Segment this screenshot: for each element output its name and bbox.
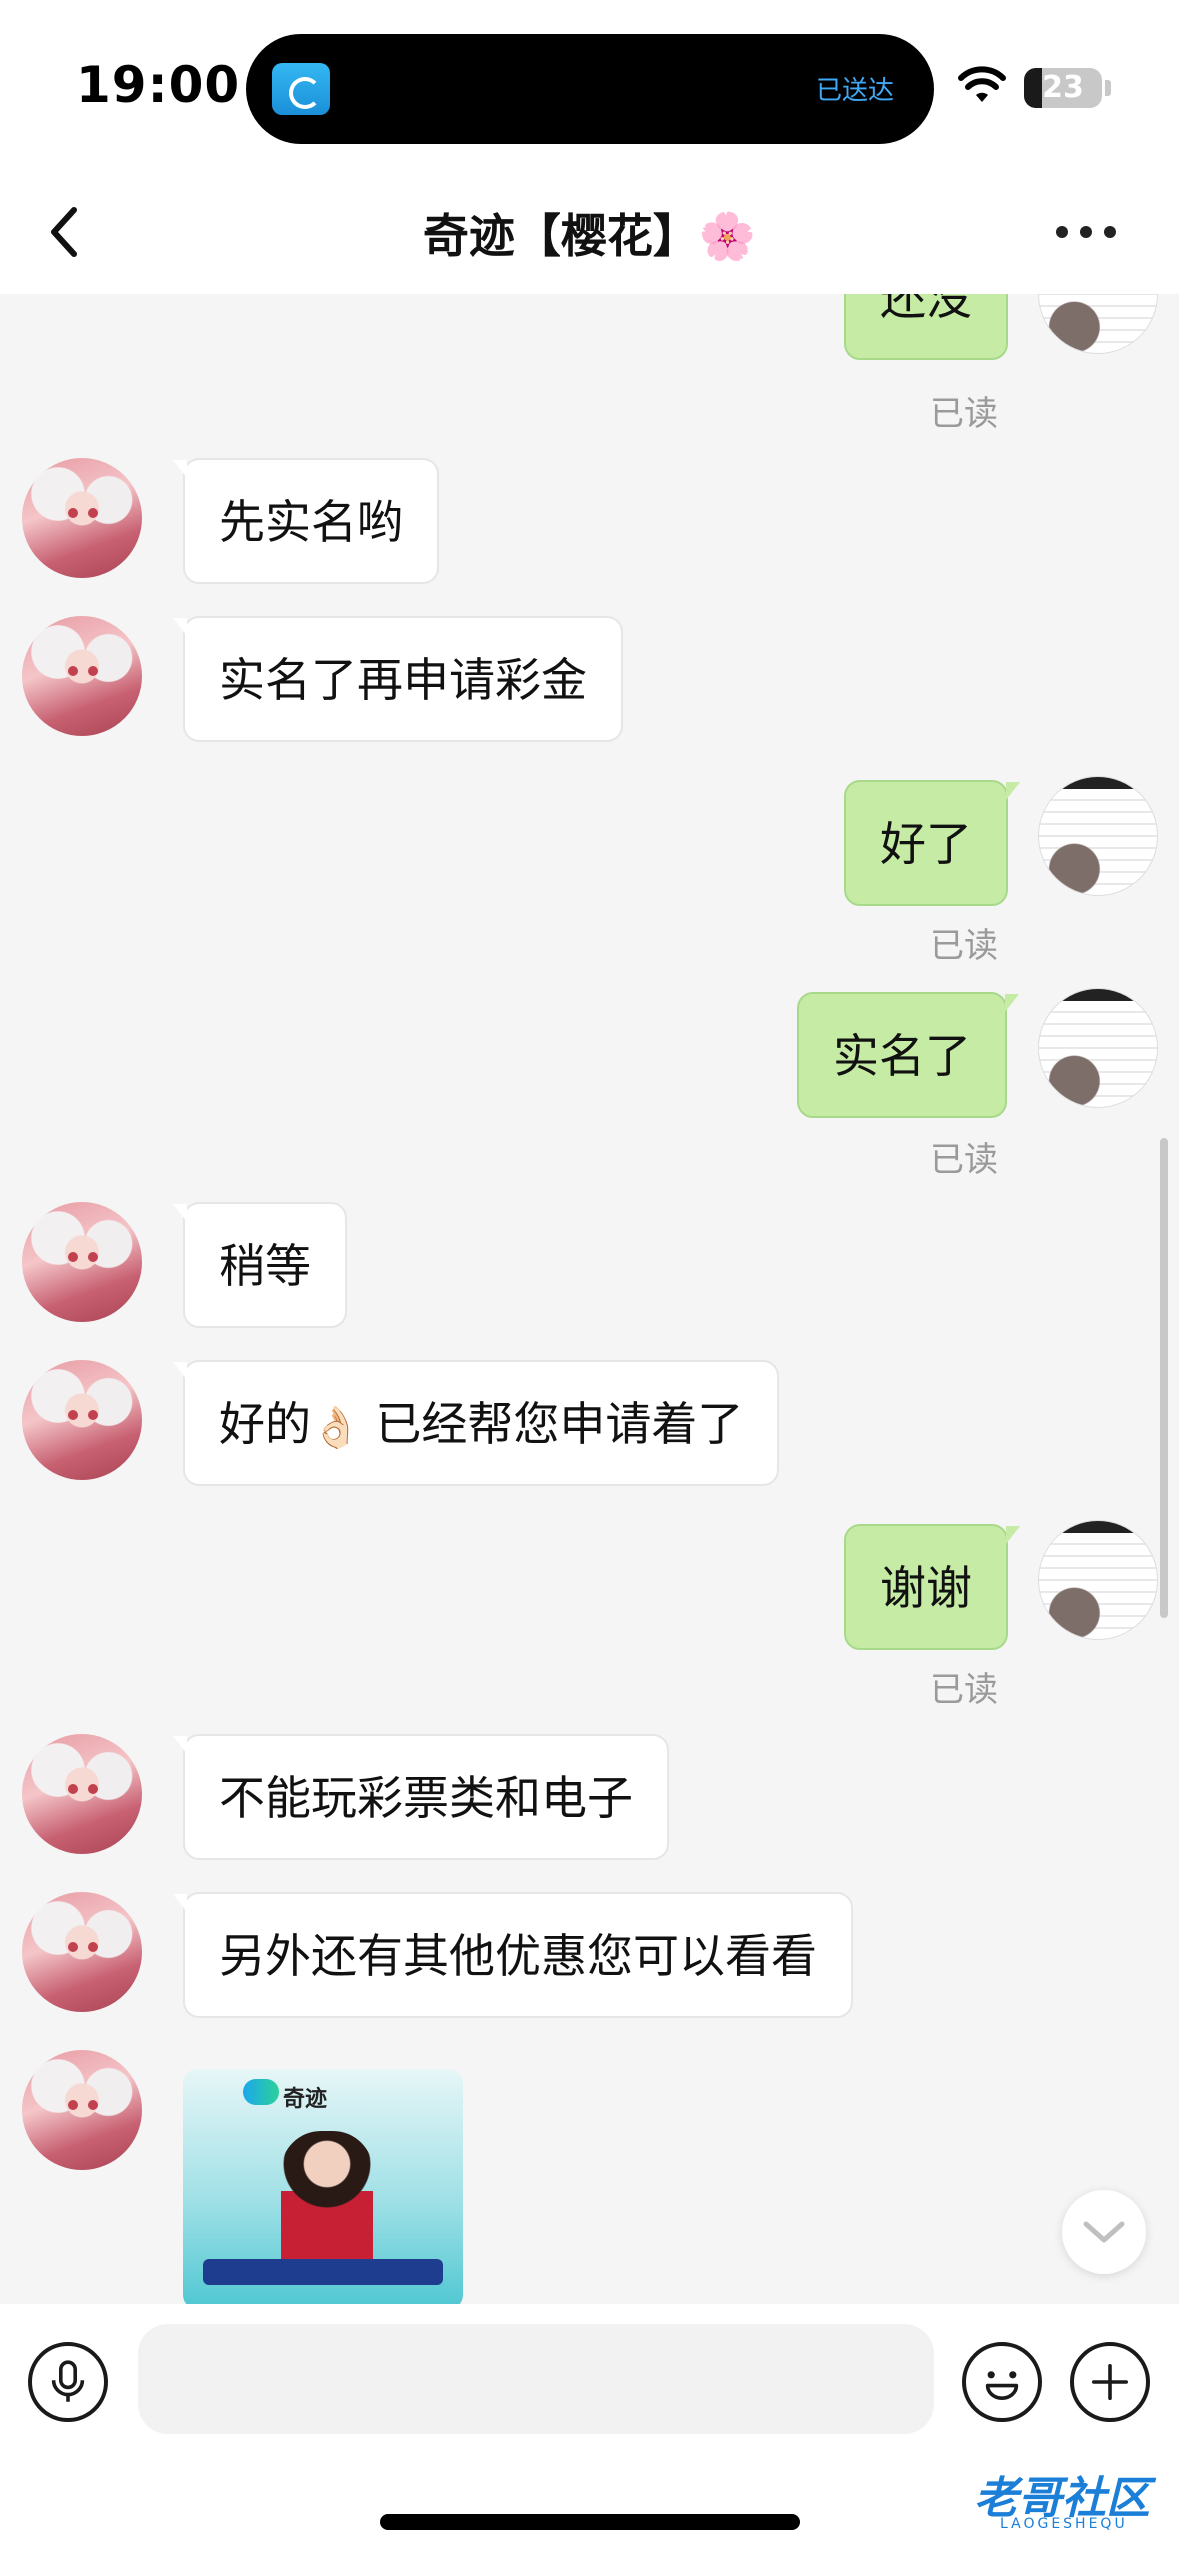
wifi-icon: [958, 66, 1006, 102]
message-text: 实名了: [833, 1029, 971, 1083]
message-text: 谢谢: [880, 1561, 972, 1615]
avatar[interactable]: [22, 458, 142, 578]
avatar[interactable]: [22, 1734, 142, 1854]
avatar[interactable]: [22, 1360, 142, 1480]
plus-icon[interactable]: [1070, 2342, 1150, 2422]
message-bubble-outgoing[interactable]: 好了: [844, 780, 1020, 906]
status-bar: 19:00 已送达 23: [0, 0, 1179, 170]
message-bubble-incoming[interactable]: 实名了再申请彩金: [173, 616, 623, 742]
home-indicator: [380, 2514, 800, 2530]
battery-icon: 23: [1024, 68, 1102, 108]
battery-tip: [1105, 80, 1111, 96]
more-options-icon[interactable]: [1050, 214, 1130, 250]
avatar[interactable]: [22, 2050, 142, 2170]
read-receipt: 已读: [930, 1670, 998, 1710]
avatar[interactable]: [1038, 1520, 1158, 1640]
avatar[interactable]: [1038, 988, 1158, 1108]
message-text: 稍等: [219, 1239, 311, 1293]
watermark-subtitle: LAOGESHEQU: [1000, 2516, 1128, 2532]
microphone-icon[interactable]: [28, 2342, 108, 2422]
message-bubble-outgoing[interactable]: 实名了: [797, 992, 1019, 1118]
message-text: 先实名哟: [219, 495, 403, 549]
read-receipt: 已读: [930, 926, 998, 966]
app-icon: [272, 63, 330, 115]
message-text: 还没: [880, 294, 972, 325]
message-bubble-incoming[interactable]: 另外还有其他优惠您可以看看: [173, 1892, 853, 2018]
island-status-text: 已送达: [815, 76, 894, 106]
image-message[interactable]: 奇迹: [183, 2069, 463, 2304]
scroll-down-chevron-icon[interactable]: [1062, 2190, 1146, 2274]
message-text: 已经帮您申请着了: [360, 1397, 744, 1451]
chat-title: 奇迹【樱花】🌸: [422, 209, 757, 263]
image-brand-text: 奇迹: [283, 2087, 328, 2112]
emoji-icon[interactable]: [962, 2342, 1042, 2422]
message-bubble-outgoing[interactable]: 还没: [844, 294, 1008, 360]
message-bubble-incoming[interactable]: 不能玩彩票类和电子: [173, 1734, 669, 1860]
read-receipt: 已读: [930, 1140, 998, 1180]
message-bubble-incoming[interactable]: 好的👌🏻 已经帮您申请着了: [172, 1360, 780, 1486]
avatar[interactable]: [1038, 776, 1158, 896]
brand-logo: [243, 2079, 279, 2105]
battery-level: 23: [1042, 70, 1084, 105]
message-input[interactable]: [138, 2324, 934, 2434]
avatar[interactable]: [22, 616, 142, 736]
dynamic-island[interactable]: 已送达: [246, 34, 934, 144]
message-bubble-incoming[interactable]: 先实名哟: [173, 458, 439, 584]
scrollbar[interactable]: [1160, 1138, 1168, 1618]
message-text: 不能玩彩票类和电子: [219, 1771, 633, 1825]
avatar[interactable]: [22, 1202, 142, 1322]
watermark-logo: 老哥社区 LAOGESHEQU: [940, 2462, 1168, 2542]
message-bubble-incoming[interactable]: 稍等: [173, 1202, 347, 1328]
read-receipt: 已读: [930, 394, 998, 434]
nav-bar: 奇迹【樱花】🌸: [0, 170, 1179, 294]
message-text: 另外还有其他优惠您可以看看: [219, 1929, 817, 1983]
message-bubble-outgoing[interactable]: 谢谢: [844, 1524, 1020, 1650]
message-text: 好的: [219, 1397, 311, 1451]
avatar[interactable]: [1038, 294, 1158, 354]
ok-hand-icon: 👌🏻: [311, 1404, 361, 1451]
avatar[interactable]: [22, 1892, 142, 2012]
status-time: 19:00: [76, 56, 241, 114]
message-text: 好了: [880, 817, 972, 871]
chat-area[interactable]: 还没 已读 先实名哟 实名了再申请彩金 好了 已读 实名了 已读 稍等 好的👌🏻…: [0, 294, 1179, 2304]
message-text: 实名了再申请彩金: [219, 653, 587, 707]
promo-banner: [203, 2259, 443, 2285]
